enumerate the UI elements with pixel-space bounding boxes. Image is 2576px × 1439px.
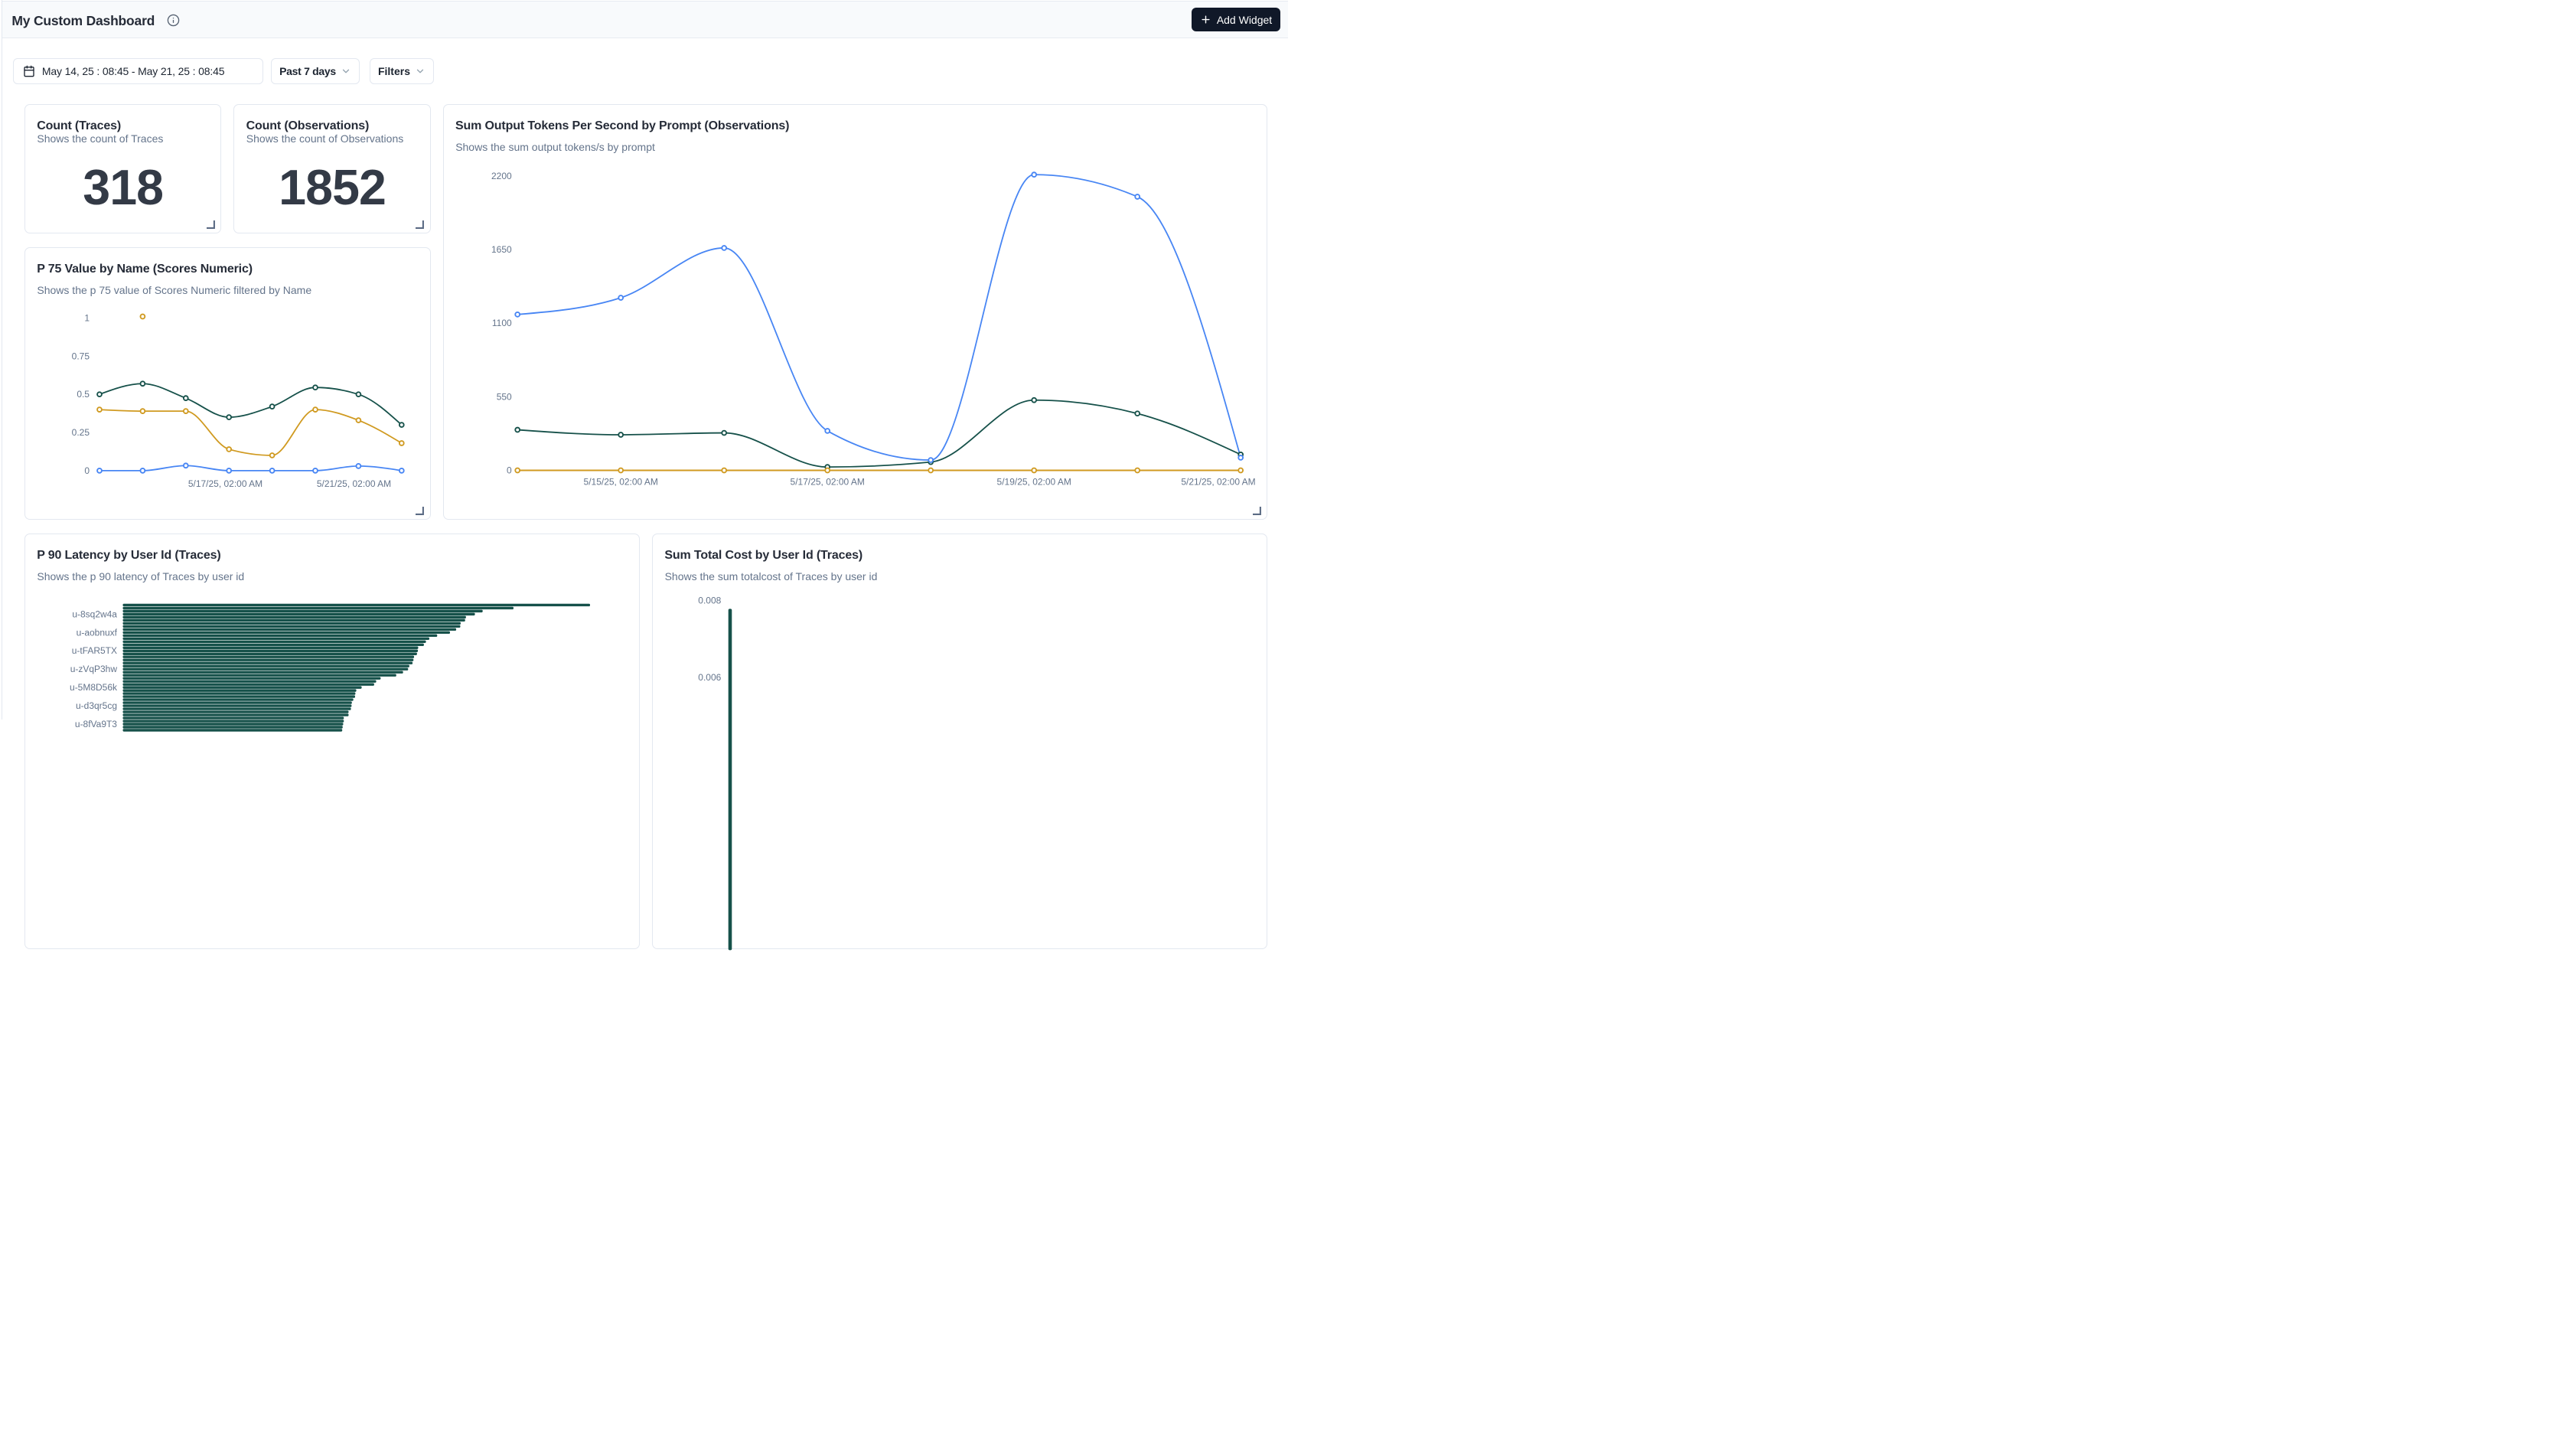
svg-text:0.25: 0.25 bbox=[72, 426, 90, 437]
svg-text:0.5: 0.5 bbox=[77, 389, 90, 400]
svg-text:5/21/25, 02:00 AM: 5/21/25, 02:00 AM bbox=[1181, 476, 1255, 487]
svg-text:1650: 1650 bbox=[491, 244, 512, 255]
svg-text:u-5M8D56k: u-5M8D56k bbox=[70, 682, 118, 693]
svg-text:5/21/25, 02:00 AM: 5/21/25, 02:00 AM bbox=[317, 478, 391, 488]
svg-text:u-8sq2w4a: u-8sq2w4a bbox=[72, 609, 117, 619]
svg-text:1100: 1100 bbox=[492, 318, 512, 328]
svg-text:u-aobnuxf: u-aobnuxf bbox=[77, 627, 118, 638]
svg-text:5/17/25, 02:00 AM: 5/17/25, 02:00 AM bbox=[188, 478, 262, 488]
svg-text:u-tFAR5TX: u-tFAR5TX bbox=[72, 645, 117, 656]
svg-text:u-8fVa9T3: u-8fVa9T3 bbox=[75, 719, 117, 729]
svg-text:5/15/25, 02:00 AM: 5/15/25, 02:00 AM bbox=[583, 476, 657, 487]
svg-text:2200: 2200 bbox=[491, 170, 512, 181]
svg-text:0.006: 0.006 bbox=[698, 672, 721, 683]
svg-text:0.008: 0.008 bbox=[698, 595, 721, 605]
svg-text:0.75: 0.75 bbox=[72, 351, 90, 361]
svg-text:0: 0 bbox=[84, 465, 90, 475]
svg-text:0: 0 bbox=[507, 465, 512, 475]
svg-text:u-zVqP3hw: u-zVqP3hw bbox=[70, 664, 118, 674]
svg-text:550: 550 bbox=[496, 391, 511, 402]
svg-text:1: 1 bbox=[84, 312, 90, 323]
svg-text:5/19/25, 02:00 AM: 5/19/25, 02:00 AM bbox=[996, 476, 1071, 487]
svg-text:u-d3qr5cg: u-d3qr5cg bbox=[76, 700, 117, 711]
svg-text:5/17/25, 02:00 AM: 5/17/25, 02:00 AM bbox=[790, 476, 864, 487]
